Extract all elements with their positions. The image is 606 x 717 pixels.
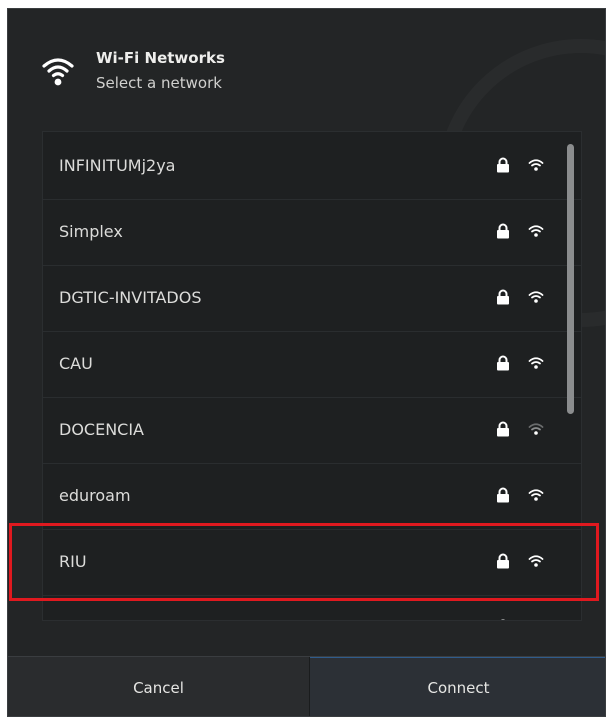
network-name: DGTIC-INVITADOS bbox=[59, 288, 202, 307]
dialog-footer: Cancel Connect bbox=[8, 656, 605, 716]
lock-icon bbox=[501, 619, 505, 620]
network-name: x bbox=[59, 618, 68, 620]
network-row[interactable]: DOCENCIA bbox=[43, 398, 581, 464]
list-scrollbar[interactable] bbox=[567, 144, 574, 414]
lock-icon bbox=[497, 157, 509, 173]
lock-icon bbox=[497, 553, 509, 569]
network-name: RIU bbox=[59, 552, 87, 571]
network-row[interactable]: DGTIC-INVITADOS bbox=[43, 266, 581, 332]
connect-button[interactable]: Connect bbox=[310, 657, 605, 716]
cancel-button[interactable]: Cancel bbox=[8, 657, 310, 716]
wifi-signal-icon bbox=[528, 620, 544, 621]
network-row[interactable]: CAU bbox=[43, 332, 581, 398]
network-row[interactable]: eduroam bbox=[43, 464, 581, 530]
lock-icon bbox=[497, 355, 509, 371]
network-name: Simplex bbox=[59, 222, 123, 241]
network-name: eduroam bbox=[59, 486, 131, 505]
network-name: DOCENCIA bbox=[59, 420, 144, 439]
lock-icon bbox=[497, 421, 509, 437]
network-row[interactable]: INFINITUMj2ya bbox=[43, 134, 581, 200]
network-name: INFINITUMj2ya bbox=[59, 156, 176, 175]
wifi-dialog: Wi-Fi Networks Select a network INFINITU… bbox=[7, 8, 606, 717]
lock-icon bbox=[497, 223, 509, 239]
network-row[interactable]: Simplex bbox=[43, 200, 581, 266]
dialog-header: Wi-Fi Networks Select a network bbox=[40, 45, 560, 105]
wifi-signal-icon bbox=[528, 357, 544, 369]
network-row[interactable]: x bbox=[43, 596, 581, 621]
wifi-signal-icon bbox=[528, 423, 544, 435]
lock-icon bbox=[497, 487, 509, 503]
dialog-title: Wi-Fi Networks bbox=[96, 49, 225, 67]
wifi-signal-icon bbox=[528, 555, 544, 567]
dialog-subtitle: Select a network bbox=[96, 74, 222, 92]
lock-icon bbox=[497, 289, 509, 305]
network-row[interactable]: RIU bbox=[43, 530, 581, 596]
network-name: CAU bbox=[59, 354, 93, 373]
wifi-signal-icon bbox=[528, 489, 544, 501]
wifi-signal-icon bbox=[528, 225, 544, 237]
wifi-icon bbox=[42, 58, 74, 86]
wifi-signal-icon bbox=[528, 291, 544, 303]
network-list[interactable]: INFINITUMj2ya Simplex DGTIC-INVITADOS CAU DO… bbox=[42, 131, 582, 621]
wifi-signal-icon bbox=[528, 159, 544, 171]
